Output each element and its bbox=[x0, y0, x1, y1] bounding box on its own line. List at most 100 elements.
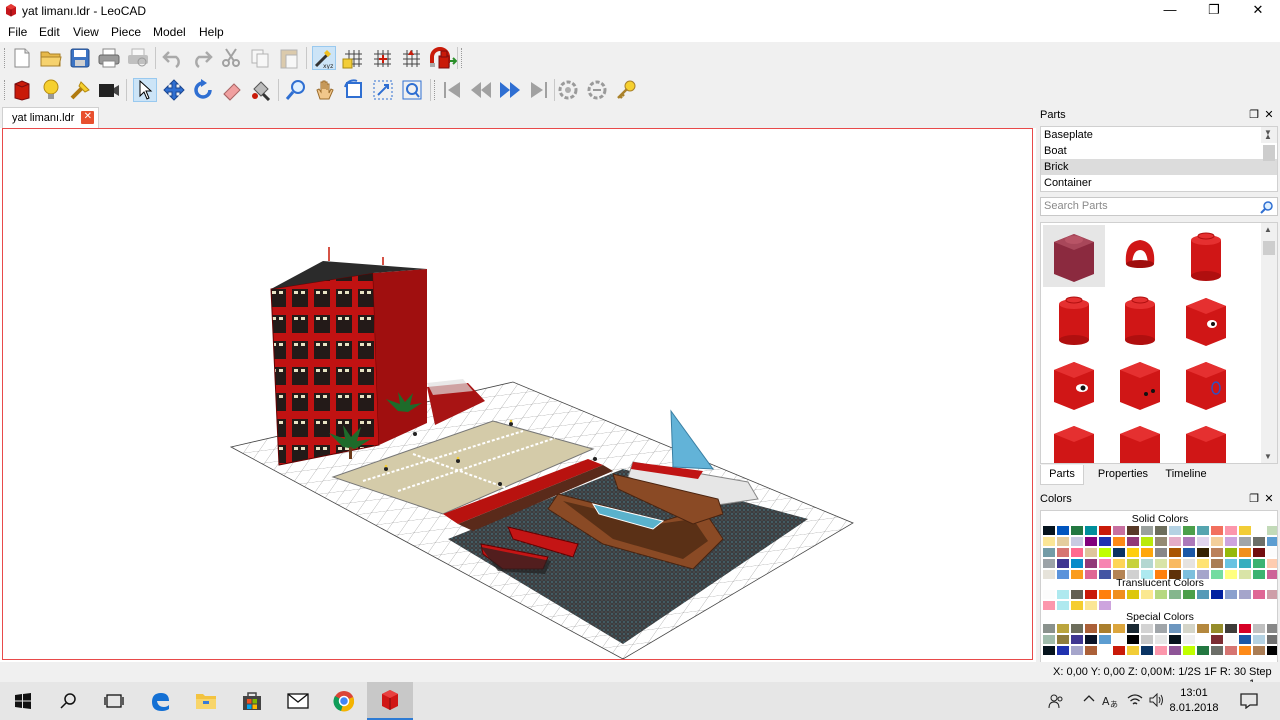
menu-edit[interactable]: Edit bbox=[39, 25, 60, 39]
color-swatch[interactable] bbox=[1126, 589, 1140, 600]
color-swatch[interactable] bbox=[1168, 634, 1182, 645]
orbit-icon[interactable] bbox=[556, 78, 580, 102]
paste-icon[interactable] bbox=[277, 46, 301, 70]
color-swatch[interactable] bbox=[1168, 525, 1182, 536]
save-icon[interactable] bbox=[68, 46, 92, 70]
color-swatch[interactable] bbox=[1084, 536, 1098, 547]
color-swatch[interactable] bbox=[1266, 558, 1277, 569]
color-swatch[interactable] bbox=[1042, 547, 1056, 558]
mail-icon[interactable] bbox=[275, 682, 321, 720]
zoom-region-icon[interactable] bbox=[371, 78, 395, 102]
color-swatch[interactable] bbox=[1252, 589, 1266, 600]
color-swatch[interactable] bbox=[1084, 547, 1098, 558]
tab-timeline[interactable]: Timeline bbox=[1160, 465, 1212, 485]
minifig-hair-icon[interactable] bbox=[1109, 225, 1171, 287]
next-step-icon[interactable] bbox=[498, 78, 522, 102]
color-swatch[interactable] bbox=[1098, 525, 1112, 536]
menu-view[interactable]: View bbox=[73, 25, 99, 39]
search-icon[interactable] bbox=[46, 682, 92, 720]
search-parts-input[interactable]: Search Parts bbox=[1040, 197, 1278, 216]
snap-xy-icon[interactable] bbox=[370, 46, 394, 70]
parts-grid-scrollbar[interactable]: ▲ ▼ bbox=[1261, 223, 1277, 463]
menu-help[interactable]: Help bbox=[199, 25, 224, 39]
color-swatch[interactable] bbox=[1266, 623, 1277, 634]
color-swatch[interactable] bbox=[1056, 536, 1070, 547]
camera-icon[interactable] bbox=[97, 78, 121, 102]
paint-icon[interactable] bbox=[249, 78, 273, 102]
light-icon[interactable] bbox=[39, 78, 63, 102]
rotate-view-icon[interactable] bbox=[342, 78, 366, 102]
color-swatch[interactable] bbox=[1070, 623, 1084, 634]
color-swatch[interactable] bbox=[1056, 645, 1070, 656]
color-swatch[interactable] bbox=[1056, 623, 1070, 634]
color-swatch[interactable] bbox=[1070, 589, 1084, 600]
color-swatch[interactable] bbox=[1084, 589, 1098, 600]
color-swatch[interactable] bbox=[1266, 589, 1277, 600]
color-swatch[interactable] bbox=[1042, 525, 1056, 536]
color-swatch[interactable] bbox=[1196, 589, 1210, 600]
color-swatch[interactable] bbox=[1154, 645, 1168, 656]
color-swatch[interactable] bbox=[1224, 558, 1238, 569]
part-category-list[interactable]: Baseplate Boat Brick Container ▲ ▼ bbox=[1040, 126, 1278, 192]
color-swatch[interactable] bbox=[1056, 558, 1070, 569]
scroll-down-icon[interactable]: ▼ bbox=[1264, 452, 1272, 461]
spotlight-icon[interactable] bbox=[68, 78, 92, 102]
color-swatch[interactable] bbox=[1252, 536, 1266, 547]
tab-parts[interactable]: Parts bbox=[1040, 465, 1084, 485]
color-swatch[interactable] bbox=[1238, 547, 1252, 558]
brick-face-icon[interactable] bbox=[1175, 289, 1237, 351]
close-panel-icon[interactable]: ✕ bbox=[1262, 490, 1276, 508]
color-swatch[interactable] bbox=[1168, 536, 1182, 547]
color-swatch[interactable] bbox=[1252, 558, 1266, 569]
color-swatch[interactable] bbox=[1168, 645, 1182, 656]
color-swatch[interactable] bbox=[1196, 634, 1210, 645]
color-swatch[interactable] bbox=[1224, 589, 1238, 600]
scroll-down-icon[interactable]: ▼ bbox=[1264, 125, 1272, 141]
color-swatch[interactable] bbox=[1140, 623, 1154, 634]
edge-icon[interactable] bbox=[137, 682, 183, 720]
minimize-button[interactable]: — bbox=[1148, 0, 1192, 22]
color-swatch[interactable] bbox=[1224, 634, 1238, 645]
snap-icon[interactable] bbox=[341, 46, 365, 70]
3d-viewport[interactable] bbox=[2, 128, 1033, 660]
color-swatch[interactable] bbox=[1070, 634, 1084, 645]
category-scrollbar[interactable]: ▲ ▼ bbox=[1261, 125, 1277, 161]
color-swatch[interactable] bbox=[1070, 536, 1084, 547]
color-swatch[interactable] bbox=[1140, 589, 1154, 600]
menu-piece[interactable]: Piece bbox=[111, 25, 141, 39]
color-swatch[interactable] bbox=[1126, 623, 1140, 634]
round-brick-icon[interactable] bbox=[1043, 417, 1105, 463]
close-panel-icon[interactable]: ✕ bbox=[1262, 106, 1276, 124]
copy-icon[interactable] bbox=[248, 46, 272, 70]
color-swatch[interactable] bbox=[1238, 558, 1252, 569]
color-swatch[interactable] bbox=[1140, 547, 1154, 558]
color-swatch[interactable] bbox=[1042, 600, 1056, 611]
float-panel-icon[interactable]: ❐ bbox=[1247, 490, 1261, 508]
tab-properties[interactable]: Properties bbox=[1090, 465, 1156, 485]
round-brick-icon[interactable] bbox=[1175, 225, 1237, 287]
close-button[interactable]: ✕ bbox=[1236, 0, 1280, 22]
brick-face-icon[interactable] bbox=[1043, 353, 1105, 415]
color-swatch[interactable] bbox=[1084, 634, 1098, 645]
move-icon[interactable] bbox=[162, 78, 186, 102]
pan-icon[interactable] bbox=[313, 78, 337, 102]
color-swatch[interactable] bbox=[1224, 536, 1238, 547]
search-icon[interactable] bbox=[1260, 200, 1274, 214]
color-swatch[interactable] bbox=[1084, 645, 1098, 656]
store-icon[interactable] bbox=[229, 682, 275, 720]
lock-icon[interactable] bbox=[434, 46, 458, 70]
color-swatch[interactable] bbox=[1182, 634, 1196, 645]
menu-model[interactable]: Model bbox=[153, 25, 186, 39]
color-swatch[interactable] bbox=[1238, 645, 1252, 656]
color-swatch[interactable] bbox=[1168, 589, 1182, 600]
color-swatch[interactable] bbox=[1238, 536, 1252, 547]
color-swatch[interactable] bbox=[1252, 634, 1266, 645]
color-swatch[interactable] bbox=[1140, 558, 1154, 569]
network-icon[interactable] bbox=[1127, 693, 1143, 710]
color-swatch[interactable] bbox=[1196, 536, 1210, 547]
maximize-button[interactable]: ❐ bbox=[1192, 0, 1236, 22]
color-swatch[interactable] bbox=[1098, 645, 1112, 656]
brick-eyes-icon[interactable] bbox=[1109, 353, 1171, 415]
color-swatch[interactable] bbox=[1112, 589, 1126, 600]
category-item[interactable]: Baseplate bbox=[1041, 127, 1277, 143]
